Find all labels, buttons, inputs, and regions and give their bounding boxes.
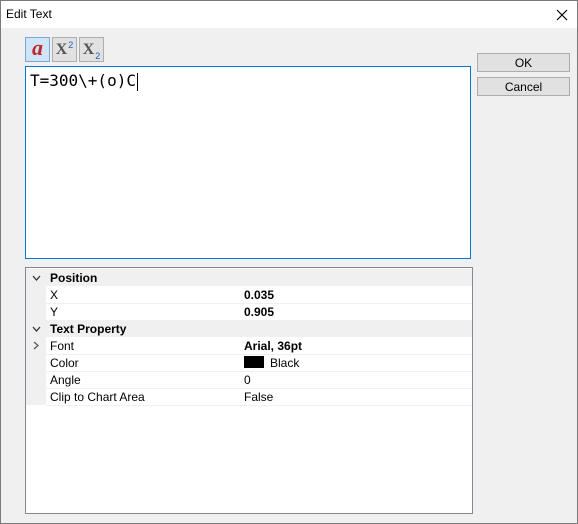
font-style-button[interactable]: a xyxy=(25,37,50,62)
color-swatch xyxy=(244,356,264,368)
property-row-angle[interactable]: Angle 0 xyxy=(26,371,472,388)
collapse-icon[interactable] xyxy=(26,320,46,337)
category-text-property[interactable]: Text Property xyxy=(26,320,472,337)
property-name: X xyxy=(50,288,59,302)
edit-text-dialog: Edit Text a X2 X2 T=300\+(o)C OK Cancel … xyxy=(0,0,578,524)
property-name: Clip to Chart Area xyxy=(50,390,145,404)
superscript-button[interactable]: X2 xyxy=(52,37,77,62)
property-name: Angle xyxy=(50,373,81,387)
font-style-icon: a xyxy=(32,35,43,60)
editor-content[interactable]: T=300\+(o)C xyxy=(30,71,138,91)
dialog-title: Edit Text xyxy=(6,7,52,21)
property-row-x[interactable]: X 0.035 xyxy=(26,286,472,303)
ok-button[interactable]: OK xyxy=(477,53,570,72)
property-name: Font xyxy=(50,339,75,353)
close-button[interactable] xyxy=(547,1,577,28)
property-name: Color xyxy=(50,356,79,370)
close-icon xyxy=(556,9,568,20)
property-value[interactable]: Black xyxy=(270,356,299,370)
property-grid: Position X 0.035 Y 0.905 Text Property F… xyxy=(25,267,473,514)
property-value[interactable]: Arial, 36pt xyxy=(244,339,302,353)
property-name: Y xyxy=(50,305,59,319)
property-row-clip[interactable]: Clip to Chart Area False xyxy=(26,388,472,405)
property-value[interactable]: 0 xyxy=(244,373,251,387)
text-editor[interactable]: T=300\+(o)C xyxy=(25,66,471,259)
subscript-button[interactable]: X2 xyxy=(79,37,104,62)
category-label: Position xyxy=(50,271,98,285)
text-caret xyxy=(136,72,138,91)
property-row-color[interactable]: Color Black xyxy=(26,354,472,371)
category-label: Text Property xyxy=(50,322,127,336)
superscript-icon: X2 xyxy=(55,39,74,58)
property-value[interactable]: 0.035 xyxy=(244,288,274,302)
property-value[interactable]: 0.905 xyxy=(244,305,274,319)
cancel-button[interactable]: Cancel xyxy=(477,77,570,96)
property-value[interactable]: False xyxy=(244,390,273,404)
expand-icon[interactable] xyxy=(26,337,46,354)
property-row-y[interactable]: Y 0.905 xyxy=(26,303,472,320)
category-position[interactable]: Position xyxy=(26,269,472,286)
collapse-icon[interactable] xyxy=(26,269,46,286)
title-bar: Edit Text xyxy=(1,1,577,28)
property-row-font[interactable]: Font Arial, 36pt xyxy=(26,337,472,354)
subscript-icon: X2 xyxy=(82,40,101,61)
format-toolbar: a X2 X2 xyxy=(25,37,104,63)
